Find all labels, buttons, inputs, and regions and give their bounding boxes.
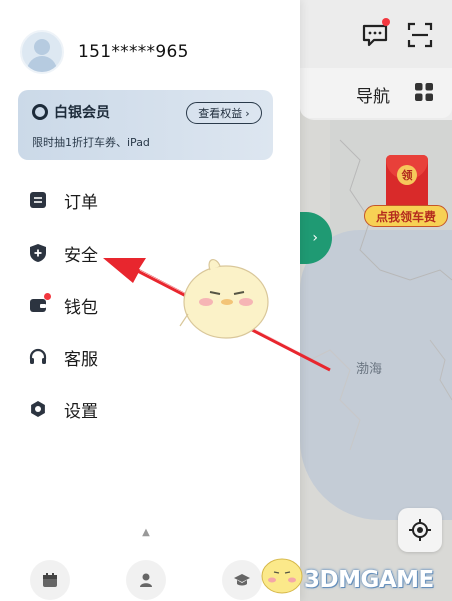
view-benefits-label: 查看权益 bbox=[198, 107, 243, 120]
promo-red-envelope[interactable]: 领 点我领车费 bbox=[364, 155, 448, 231]
navigation-button[interactable]: 导航 bbox=[356, 82, 390, 107]
menu-item-label: 客服 bbox=[64, 349, 98, 370]
message-button[interactable] bbox=[360, 18, 390, 50]
wallet-icon bbox=[28, 293, 51, 315]
member-title: 白银会员 bbox=[54, 105, 110, 121]
profile-header[interactable]: 151*****965 bbox=[20, 30, 189, 74]
promo-tag: 点我领车费 bbox=[364, 205, 448, 227]
wallet-badge bbox=[44, 293, 51, 300]
menu-item-label: 钱包 bbox=[64, 297, 98, 318]
avatar[interactable] bbox=[20, 30, 64, 74]
promo-coin: 领 bbox=[397, 165, 417, 185]
menu-item-label: 订单 bbox=[64, 192, 98, 213]
avatar-head bbox=[34, 39, 50, 55]
order-icon bbox=[28, 190, 48, 210]
bottom-button-driver[interactable] bbox=[126, 560, 166, 600]
gear-icon bbox=[28, 399, 48, 419]
calendar-icon bbox=[43, 573, 57, 587]
member-subtitle: 限时抽1折打车券、iPad bbox=[32, 136, 150, 149]
locate-button[interactable] bbox=[398, 508, 442, 552]
bottom-button-calendar[interactable] bbox=[30, 560, 70, 600]
scan-icon bbox=[407, 22, 433, 48]
user-phone: 151*****965 bbox=[78, 42, 189, 62]
menu-item-label: 安全 bbox=[64, 245, 98, 266]
menu-item-settings[interactable]: 设置 bbox=[28, 389, 268, 429]
chevron-right-icon: › bbox=[312, 230, 318, 246]
chevron-right-icon: › bbox=[245, 106, 250, 120]
message-icon bbox=[362, 24, 388, 47]
menu-item-label: 设置 bbox=[64, 401, 98, 422]
graduation-cap-icon bbox=[234, 574, 250, 586]
avatar-body bbox=[27, 56, 57, 72]
expand-up-icon[interactable]: ▲ bbox=[140, 528, 152, 538]
headset-icon bbox=[28, 347, 48, 367]
driver-icon bbox=[140, 573, 152, 587]
bottom-button-learn[interactable] bbox=[222, 560, 262, 600]
message-badge bbox=[382, 18, 390, 26]
mascot-sticker bbox=[179, 259, 269, 339]
locate-icon bbox=[409, 519, 431, 541]
member-card[interactable]: 白银会员 查看权益 › 限时抽1折打车券、iPad bbox=[18, 90, 273, 160]
menu-item-orders[interactable]: 订单 bbox=[28, 180, 268, 220]
map-label-bohai: 渤海 bbox=[356, 362, 383, 377]
scan-button[interactable] bbox=[405, 20, 435, 50]
shield-icon bbox=[28, 243, 48, 263]
member-logo-icon bbox=[32, 104, 48, 120]
grid-icon[interactable] bbox=[414, 82, 434, 102]
view-benefits-button[interactable]: 查看权益 › bbox=[186, 102, 262, 124]
watermark-text: 3DMGAME bbox=[304, 567, 434, 593]
